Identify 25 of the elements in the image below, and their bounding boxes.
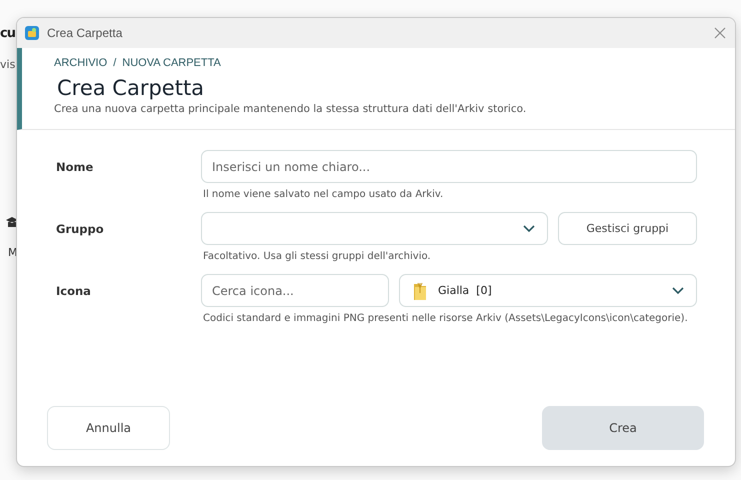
chevron-down-icon (523, 224, 535, 232)
selected-icon-value: Gialla [0] (438, 284, 493, 297)
field-label: Nome (56, 160, 94, 174)
close-button[interactable] (713, 26, 727, 40)
cap-icon (6, 216, 18, 230)
breadcrumb-item[interactable]: ARCHIVIO (54, 57, 108, 69)
cancel-button[interactable]: Annulla (47, 406, 170, 450)
field-label: Gruppo (56, 222, 105, 236)
breadcrumb-item: NUOVA CARPETTA (122, 57, 221, 69)
background-subtitle: vis (0, 58, 16, 71)
window-title: Crea Carpetta (47, 26, 124, 40)
app-icon (25, 26, 39, 40)
chevron-down-icon (672, 286, 684, 294)
dialog-description: Crea una nuova carpetta principale mantenendo la stessa struttura dati dell'Arkiv storico. (54, 103, 528, 115)
field-label: Icona (56, 284, 92, 298)
breadcrumb-separator: / (113, 57, 116, 69)
icon-search-field[interactable]: Cerca icona... (201, 274, 389, 307)
manage-groups-button[interactable]: Gestisci gruppi (558, 212, 697, 245)
field-hint: Il nome viene salvato nel campo usato da Arkiv. (202, 189, 444, 200)
dialog-heading: Crea Carpetta (57, 76, 206, 100)
background-title: cu (0, 26, 15, 41)
field-hint: Facoltativo. Usa gli stessi gruppi dell'archivio. (202, 251, 432, 262)
name-field[interactable]: Inserisci un nome chiaro... (201, 150, 697, 183)
field-hint: Codici standard e immagini PNG presenti nelle risorse Arkiv (Assets\LegacyIcons\icon\categorie). (202, 313, 689, 324)
icon-dropdown[interactable]: Gialla [0] (399, 274, 697, 307)
